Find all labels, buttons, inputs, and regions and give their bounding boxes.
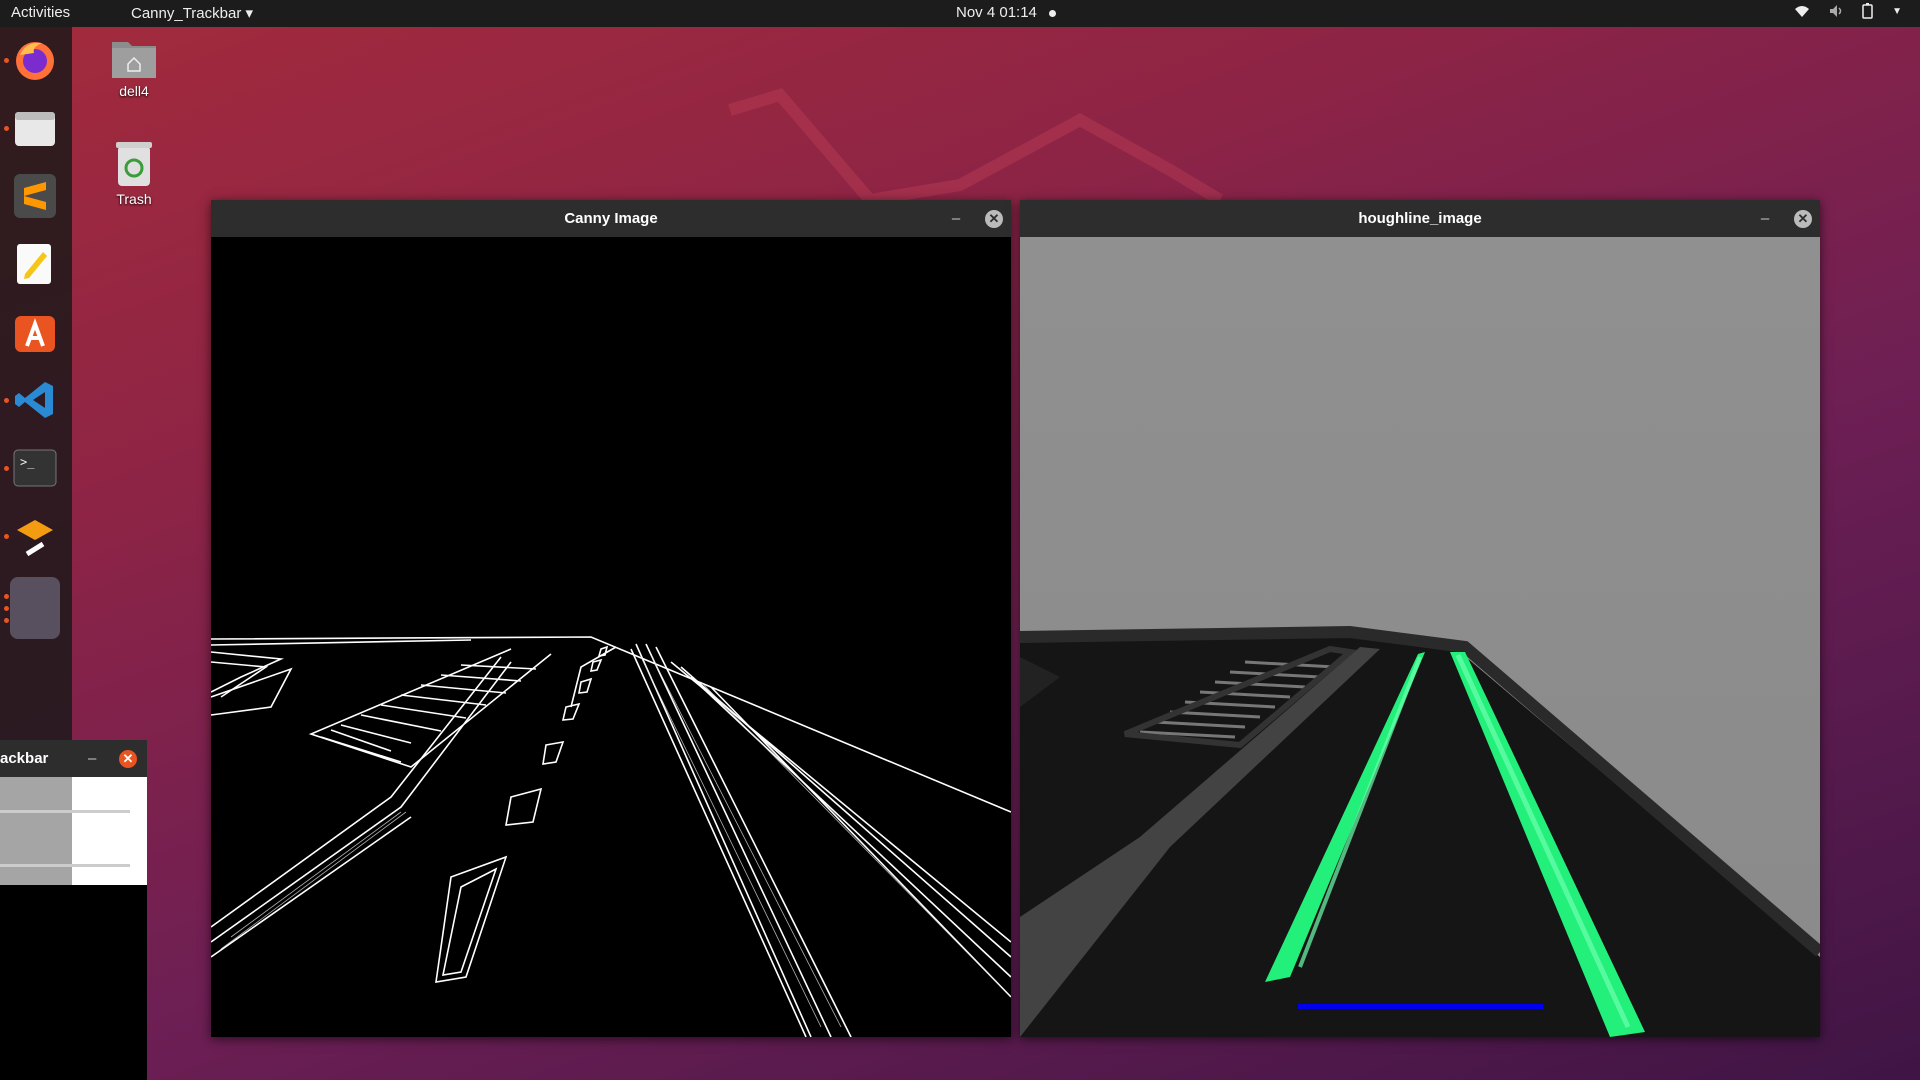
wifi-icon [1794, 3, 1810, 22]
app-menu[interactable]: Canny_Trackbar ▾ [131, 4, 253, 22]
running-indicator [4, 58, 9, 63]
opencv-window-icon[interactable] [10, 577, 60, 639]
system-tray[interactable]: ▼ [1794, 3, 1902, 22]
activities-button[interactable]: Activities [11, 4, 70, 21]
running-indicator [4, 534, 9, 539]
canny-edge-image [211, 237, 1011, 1037]
chevron-down-icon: ▼ [1892, 6, 1902, 17]
trackbar-slider-1[interactable] [0, 810, 130, 813]
volume-icon [1828, 3, 1844, 22]
running-indicator [4, 126, 9, 131]
window-title: houghline_image [1358, 210, 1482, 227]
running-indicator [4, 606, 9, 611]
vscode-icon[interactable] [10, 375, 60, 425]
terminal-icon[interactable]: >_ [10, 443, 60, 493]
canny-titlebar[interactable]: Canny Image – ✕ [211, 200, 1011, 237]
running-indicator [4, 618, 9, 623]
hough-titlebar[interactable]: houghline_image – ✕ [1020, 200, 1820, 237]
minimize-button[interactable]: – [944, 200, 968, 237]
canny-window: Canny Image – ✕ [211, 200, 1011, 1037]
trackbar-slider-2[interactable] [0, 864, 130, 867]
running-indicator [4, 466, 9, 471]
trash-label: Trash [116, 191, 152, 207]
trackbar-window: ackbar – ✕ [0, 740, 147, 1080]
minimize-button[interactable]: – [1753, 200, 1777, 237]
top-bar: Activities Canny_Trackbar ▾ Nov 4 01:14 … [0, 0, 1920, 27]
svg-text:>_: >_ [20, 455, 35, 469]
battery-icon [1862, 3, 1874, 22]
sublime-text-icon[interactable] [10, 171, 60, 221]
close-button[interactable]: ✕ [985, 210, 1003, 228]
minimize-button[interactable]: – [88, 740, 112, 777]
window-title: Canny Image [564, 210, 658, 227]
houghline-image [1020, 237, 1820, 1037]
close-button[interactable]: ✕ [119, 750, 137, 768]
home-folder-icon [112, 42, 156, 78]
desktop-trash[interactable]: Trash [94, 140, 174, 207]
software-center-icon[interactable] [10, 307, 60, 357]
running-indicator [4, 398, 9, 403]
trash-icon [116, 142, 152, 186]
trackbar-titlebar[interactable]: ackbar – ✕ [0, 740, 147, 777]
home-folder-label: dell4 [119, 83, 149, 99]
notification-dot [1049, 10, 1056, 17]
window-title: ackbar [0, 750, 49, 767]
app-icon[interactable] [10, 511, 60, 561]
firefox-icon[interactable] [10, 35, 60, 85]
clock[interactable]: Nov 4 01:14 [956, 4, 1037, 21]
hough-window: houghline_image – ✕ [1020, 200, 1820, 1037]
files-icon[interactable] [10, 103, 60, 153]
text-editor-icon[interactable] [10, 239, 60, 289]
desktop-home-folder[interactable]: dell4 [94, 36, 174, 99]
trackbar-panel [0, 777, 147, 885]
close-button[interactable]: ✕ [1794, 210, 1812, 228]
running-indicator [4, 594, 9, 599]
